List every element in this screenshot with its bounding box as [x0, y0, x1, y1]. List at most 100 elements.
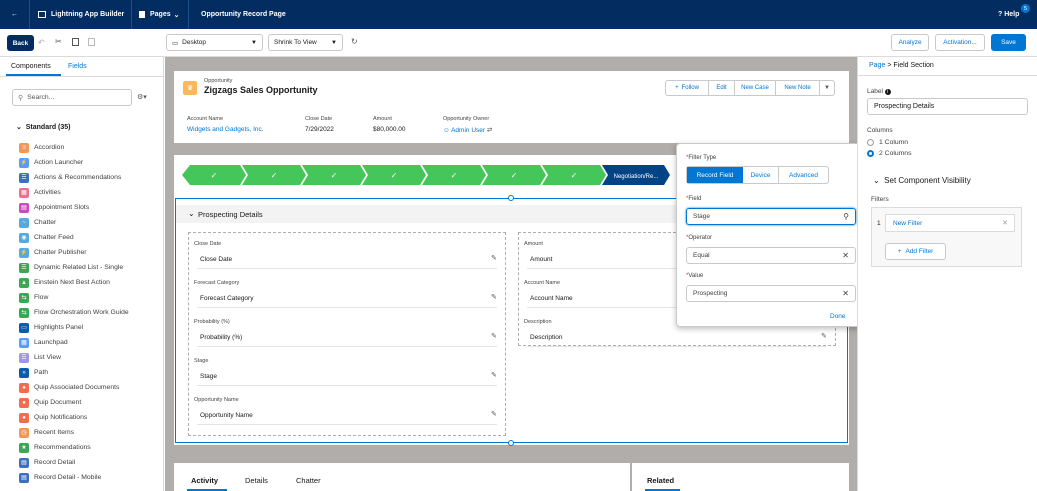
paste-icon[interactable] — [88, 38, 95, 46]
activation-button[interactable]: Activation... — [935, 34, 985, 51]
tab-activity[interactable]: Activity — [191, 476, 218, 485]
refresh-icon[interactable]: ↻ — [351, 37, 358, 46]
breadcrumb-page-link[interactable]: Page — [869, 62, 885, 69]
field-value[interactable]: Stage — [200, 373, 217, 380]
component-label: Quip Document — [34, 399, 82, 406]
section-title: Prospecting Details — [198, 210, 263, 219]
field-value[interactable]: Opportunity Name — [200, 412, 253, 419]
component-label: Quip Associated Documents — [34, 384, 120, 391]
owner-label: Opportunity Owner — [443, 116, 490, 122]
edit-pencil-icon[interactable]: ✎ — [491, 254, 497, 262]
save-button[interactable]: Save — [991, 34, 1026, 51]
field-value[interactable]: Probability (%) — [200, 334, 242, 341]
resize-handle-bottom[interactable] — [508, 440, 514, 446]
view-mode-select[interactable]: Shrink To View ▼ — [268, 34, 343, 51]
search-input[interactable]: ⚲ Search... — [12, 89, 132, 106]
two-columns-radio[interactable]: 2 Columns — [867, 150, 912, 157]
component-item[interactable]: ⚡ Chatter Publisher — [19, 246, 87, 259]
new-case-button[interactable]: New Case — [735, 81, 776, 95]
component-item[interactable]: ⚡ Action Launcher — [19, 156, 83, 169]
highlights-panel[interactable]: ♛ Opportunity Zigzags Sales Opportunity … — [174, 71, 849, 143]
app-name[interactable]: Lightning App Builder — [38, 0, 124, 29]
sales-path[interactable]: ✓ ✓ ✓ ✓ ✓ ✓ ✓ Negotiation/Re... — [182, 164, 682, 186]
field-value[interactable]: Close Date — [200, 256, 232, 263]
edit-pencil-icon[interactable]: ✎ — [491, 293, 497, 301]
copy-icon[interactable] — [72, 38, 79, 46]
back-arrow-icon[interactable]: ← — [0, 0, 30, 29]
operator-select[interactable]: Equal ✕ — [686, 247, 856, 264]
owner-link[interactable]: ☺ Admin User ⇄ — [443, 126, 492, 134]
component-item[interactable]: » Path — [19, 366, 48, 379]
one-column-radio[interactable]: 1 Column — [867, 139, 908, 146]
field-value[interactable]: Forecast Category — [200, 295, 253, 302]
tab-divider — [0, 76, 163, 77]
filter-item[interactable]: New Filter ✕ — [885, 214, 1015, 232]
info-icon[interactable]: i — [884, 89, 891, 95]
new-note-button[interactable]: New Note — [776, 81, 820, 95]
edit-pencil-icon[interactable]: ✎ — [491, 410, 497, 418]
standard-section-header[interactable]: ⌄ Standard (35) — [16, 123, 71, 131]
radio-selected-icon — [867, 150, 874, 157]
component-item[interactable]: ● Quip Associated Documents — [19, 381, 119, 394]
component-item[interactable]: ▦ Activities — [19, 186, 61, 199]
component-item[interactable]: ~ Chatter — [19, 216, 56, 229]
field-value[interactable]: Description — [530, 334, 563, 341]
component-item[interactable]: ☰ Actions & Recommendations — [19, 171, 121, 184]
settings-gear-icon[interactable]: ⚙▾ — [137, 93, 147, 101]
plus-icon: + — [675, 85, 679, 91]
component-item[interactable]: ▤ Appointment Slots — [19, 201, 89, 214]
device-option[interactable]: Device — [743, 167, 779, 183]
done-button[interactable]: Done — [830, 313, 846, 320]
component-item[interactable]: ⇆ Flow Orchestration Work Guide — [19, 306, 129, 319]
clear-icon[interactable]: ✕ — [842, 251, 849, 260]
device-select[interactable]: ▭ Desktop ▼ — [166, 34, 263, 51]
component-item[interactable]: ● Quip Notifications — [19, 411, 87, 424]
component-item[interactable]: ◉ Chatter Feed — [19, 231, 74, 244]
value-input[interactable]: Prospecting ✕ — [686, 285, 856, 302]
component-item[interactable]: ▤ Record Detail - Mobile — [19, 471, 101, 484]
analyze-button[interactable]: Analyze — [891, 34, 929, 51]
tab-fields[interactable]: Fields — [68, 63, 87, 70]
edit-pencil-icon[interactable]: ✎ — [491, 332, 497, 340]
component-item[interactable]: ◷ Recent Items — [19, 426, 74, 439]
help-link[interactable]: ? Help — [998, 0, 1019, 29]
account-name-link[interactable]: Widgets and Gadgets, Inc. — [187, 126, 264, 133]
label-input[interactable]: Prospecting Details — [867, 98, 1028, 115]
follow-button[interactable]: + Follow — [666, 81, 709, 95]
quip-document-icon: ● — [19, 397, 29, 408]
operator-label: *Operator — [686, 235, 713, 241]
field-value[interactable]: Amount — [530, 256, 552, 263]
more-actions-caret-icon[interactable]: ▼ — [820, 81, 834, 95]
add-filter-button[interactable]: + Add Filter — [885, 243, 946, 260]
tab-components[interactable]: Components — [11, 63, 51, 70]
component-item[interactable]: ≡ Accordion — [19, 141, 64, 154]
resize-handle-top[interactable] — [508, 195, 514, 201]
cut-icon[interactable]: ✂ — [55, 37, 62, 46]
tab-details[interactable]: Details — [245, 476, 268, 485]
field-value[interactable]: Account Name — [530, 295, 573, 302]
component-item[interactable]: ★ Recommendations — [19, 441, 91, 454]
component-item[interactable]: ⇆ Flow — [19, 291, 48, 304]
component-item[interactable]: ☰ Dynamic Related List - Single — [19, 261, 123, 274]
pages-menu[interactable]: Pages ⌄ — [131, 0, 180, 29]
tab-chatter[interactable]: Chatter — [296, 476, 321, 485]
related-label[interactable]: Related — [647, 476, 674, 485]
edit-pencil-icon[interactable]: ✎ — [491, 371, 497, 379]
component-item[interactable]: ▦ Launchpad — [19, 336, 68, 349]
undo-icon[interactable]: ↶ — [38, 38, 45, 47]
edit-pencil-icon[interactable]: ✎ — [821, 332, 827, 340]
edit-button[interactable]: Edit — [709, 81, 735, 95]
clear-icon[interactable]: ✕ — [842, 289, 849, 298]
advanced-option[interactable]: Advanced — [779, 167, 828, 183]
field-label: Amount — [524, 241, 543, 247]
record-field-option[interactable]: Record Field — [687, 167, 743, 183]
visibility-section-header[interactable]: ⌄ Set Component Visibility — [873, 176, 971, 185]
component-item[interactable]: ▲ Einstein Next Best Action — [19, 276, 110, 289]
component-item[interactable]: ● Quip Document — [19, 396, 81, 409]
remove-filter-icon[interactable]: ✕ — [1002, 219, 1008, 227]
back-button[interactable]: Back — [7, 35, 34, 51]
component-item[interactable]: ▭ Highlights Panel — [19, 321, 83, 334]
component-item[interactable]: ▤ Record Detail — [19, 456, 75, 469]
field-input[interactable]: Stage ⚲ — [686, 208, 856, 225]
component-item[interactable]: ☰ List View — [19, 351, 61, 364]
